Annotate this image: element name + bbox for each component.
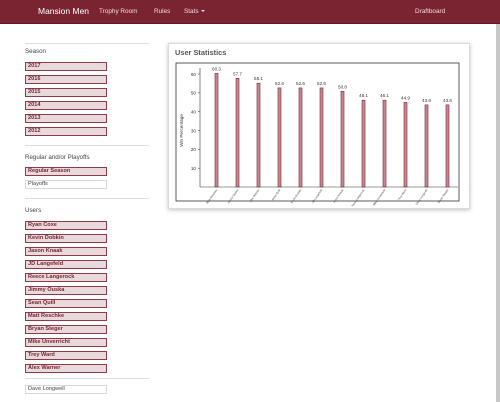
nav-draftboard[interactable]: Draftboard	[415, 8, 445, 15]
user-option[interactable]: Matt Reschke	[25, 312, 107, 321]
bar-value-label: 46.1	[380, 93, 389, 98]
bar-value-label: 44.9	[401, 95, 410, 100]
y-tick-label: 60	[191, 72, 197, 77]
x-tick-label: Matt Reschke	[205, 188, 218, 205]
bar-value-label: 46.1	[359, 93, 368, 98]
y-tick-label: 10	[191, 166, 197, 171]
y-tick-label: 30	[191, 128, 197, 133]
bar-value-label: 52.6	[317, 81, 326, 86]
y-tick-label: 50	[191, 91, 197, 96]
panel-title: User Statistics	[175, 48, 227, 57]
y-tick-label: 20	[191, 147, 197, 152]
season-option[interactable]: 2015	[25, 88, 107, 97]
bar	[382, 99, 387, 188]
win-percentage-chart: 10 20 30 40 50 60 Win Percentage 60.3 Matt Resch…	[175, 62, 460, 206]
bar	[277, 87, 282, 188]
user-option[interactable]: JD Langefeld	[25, 260, 107, 269]
bar	[298, 87, 303, 188]
bar-value-label: 52.6	[296, 81, 305, 86]
user-option-unselected[interactable]: Dave Longwell	[25, 385, 107, 394]
bar	[403, 102, 408, 188]
user-option[interactable]: Kevin Dobkin	[25, 234, 107, 243]
x-tick-label: Kevin Dobkin	[290, 188, 303, 204]
x-tick-label: Jason Knaak	[332, 188, 345, 204]
user-option[interactable]: Ryan Coxe	[25, 221, 107, 230]
bar-value-label: 57.7	[233, 71, 242, 76]
sidebar-divider	[25, 378, 149, 379]
bar	[445, 104, 450, 188]
x-tick-label: Reece Langerock	[349, 188, 365, 206]
nav-stats-label: Stats	[184, 8, 199, 15]
user-option[interactable]: Mike Unverricht	[25, 338, 107, 347]
x-tick-label: JD Langefeld	[311, 188, 324, 204]
bar	[361, 99, 366, 188]
nav-trophy-room[interactable]: Trophy Room	[99, 8, 137, 15]
bar	[340, 91, 345, 188]
season-option[interactable]: 2016	[25, 75, 107, 84]
bar	[319, 87, 324, 188]
user-option[interactable]: Jason Knaak	[25, 247, 107, 256]
users-heading: Users	[25, 207, 42, 214]
season-option[interactable]: 2014	[25, 101, 107, 110]
bar-value-label: 43.6	[422, 98, 431, 103]
user-option[interactable]: Trey Ward	[25, 351, 107, 360]
nav-stats-dropdown[interactable]: Stats	[184, 8, 205, 15]
playoffs-option[interactable]: Playoffs	[25, 180, 107, 189]
user-option[interactable]: Bryan Steger	[25, 325, 107, 334]
caret-down-icon	[200, 10, 205, 13]
bar-value-label: 43.6	[443, 98, 452, 103]
x-tick-label: Mike Unverricht	[372, 188, 387, 206]
season-heading: Season	[25, 48, 46, 55]
bar-value-label: 55.1	[254, 76, 263, 81]
user-option[interactable]: Reece Langerock	[25, 273, 107, 282]
user-statistics-panel: User Statistics 10 20 30 40 50 60 Win Percenta…	[168, 43, 470, 209]
y-axis-label: Win Percentage	[179, 114, 184, 147]
bar-value-label: 50.8	[338, 84, 347, 89]
user-option[interactable]: Sean Quill	[25, 299, 107, 308]
bar-value-label: 60.3	[212, 66, 221, 71]
bar-value-label: 52.6	[275, 81, 284, 86]
y-tick-label: 40	[191, 109, 197, 114]
user-option[interactable]: Alex Warner	[25, 364, 107, 373]
season-option[interactable]: 2012	[25, 127, 107, 136]
regular-playoffs-heading: Regular and/or Playoffs	[25, 154, 90, 161]
season-option[interactable]: 2013	[25, 114, 107, 123]
brand-link[interactable]: Mansion Men	[38, 6, 89, 16]
regular-season-option[interactable]: Regular Season	[25, 167, 107, 176]
x-tick-label: Dave Longwell	[415, 188, 429, 206]
x-tick-label: Trey Ward	[397, 188, 408, 201]
bar	[256, 82, 261, 188]
bar	[424, 104, 429, 188]
bar	[214, 73, 219, 188]
x-tick-label: Sean Quill	[271, 188, 282, 201]
sidebar-divider	[25, 145, 149, 146]
season-option[interactable]: 2017	[25, 62, 107, 71]
x-tick-label: Bryan Steger	[437, 188, 450, 204]
nav-rules[interactable]: Rules	[154, 8, 170, 15]
x-tick-label: Jimmy Ouska	[226, 188, 239, 205]
bar	[235, 78, 240, 188]
top-navbar: Mansion Men Trophy Room Rules Stats Draf…	[0, 0, 500, 24]
sidebar-divider	[25, 43, 149, 44]
user-option[interactable]: Jimmy Ouska	[25, 286, 107, 295]
sidebar-divider	[25, 198, 149, 199]
scrollbar-thumb[interactable]	[496, 24, 500, 402]
